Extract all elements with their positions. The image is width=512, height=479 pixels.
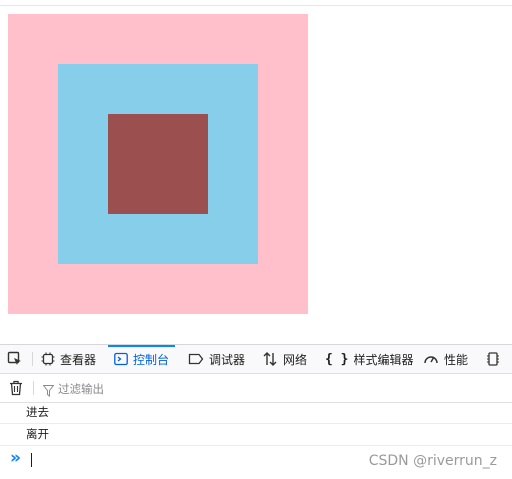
prompt-chevron-icon: » <box>10 448 21 468</box>
middle-blue-box[interactable] <box>58 64 258 264</box>
memory-icon <box>485 351 501 367</box>
tab-memory-partial[interactable] <box>485 345 506 373</box>
tab-console[interactable]: 控制台 <box>108 345 176 373</box>
tab-network[interactable]: 网络 <box>262 345 307 373</box>
tab-debugger[interactable]: 调试器 <box>188 345 245 373</box>
tab-label: 性能 <box>444 352 469 367</box>
csdn-watermark: CSDN @riverrun_z <box>368 453 497 469</box>
log-message: 离开 <box>26 427 49 441</box>
devtools-panel: 查看器 控制台 调试器 网络 { } 样式编辑器 性能 过滤输出 进去 离开 »… <box>0 344 512 479</box>
toolbar-separator <box>32 352 33 366</box>
tab-inspector[interactable]: 查看器 <box>41 345 96 373</box>
console-log-row: 进去 <box>0 402 512 424</box>
page-top-border <box>0 5 512 6</box>
tab-label: 网络 <box>283 352 308 367</box>
outer-pink-box[interactable] <box>8 14 308 314</box>
filter-output-input[interactable]: 过滤输出 <box>58 381 104 397</box>
tab-performance[interactable]: 性能 <box>423 345 468 373</box>
tab-label: 查看器 <box>60 352 97 367</box>
debugger-icon <box>188 352 204 366</box>
tab-style-editor[interactable]: { } 样式编辑器 <box>325 345 414 373</box>
inner-brown-box[interactable] <box>108 114 208 214</box>
network-icon <box>262 351 278 367</box>
text-cursor <box>31 453 32 467</box>
filter-separator <box>33 381 34 395</box>
console-log-row: 离开 <box>0 424 512 446</box>
devtools-toolbar: 查看器 控制台 调试器 网络 { } 样式编辑器 性能 <box>0 345 512 374</box>
log-message: 进去 <box>26 405 49 419</box>
filter-icon <box>42 382 55 401</box>
console-icon <box>114 352 128 366</box>
performance-icon <box>423 351 439 367</box>
tab-label: 控制台 <box>133 352 170 367</box>
trash-icon <box>9 380 23 400</box>
style-editor-icon: { } <box>325 351 349 367</box>
clear-console-button[interactable] <box>9 380 23 400</box>
tab-label: 样式编辑器 <box>353 352 414 367</box>
element-picker-icon <box>7 351 23 367</box>
active-tab-indicator <box>108 345 176 347</box>
element-picker-button[interactable] <box>7 345 28 373</box>
inspector-icon <box>41 352 55 366</box>
tab-label: 调试器 <box>209 352 246 367</box>
console-filter-bar: 过滤输出 <box>0 374 512 403</box>
